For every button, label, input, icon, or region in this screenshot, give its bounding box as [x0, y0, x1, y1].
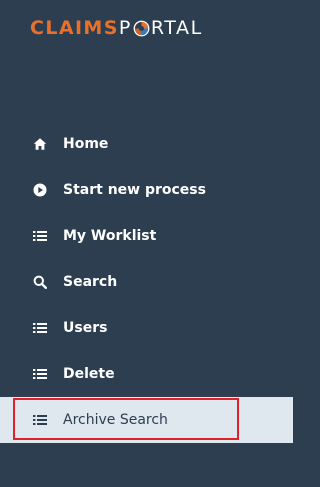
sidebar-item-label: Search: [63, 274, 118, 290]
logo-text-claims: CLAIMS: [30, 17, 119, 39]
sidebar-item-label: Users: [63, 320, 108, 336]
list-icon: [32, 228, 48, 244]
sidebar-item-label: Delete: [63, 366, 115, 382]
sidebar-item-home[interactable]: Home: [0, 121, 293, 167]
sidebar-item-label: My Worklist: [63, 228, 157, 244]
list-icon: [32, 320, 48, 336]
list-icon: [32, 412, 48, 428]
list-icon: [32, 366, 48, 382]
sidebar-item-start-new-process[interactable]: Start new process: [0, 167, 293, 213]
claims-portal-logo[interactable]: CLAIMS P RTAL: [30, 16, 203, 40]
search-icon: [32, 274, 48, 290]
sidebar: CLAIMS P RTAL Home Start new process My …: [0, 0, 293, 487]
sidebar-nav: Home Start new process My Worklist Searc…: [0, 121, 293, 443]
sidebar-item-delete[interactable]: Delete: [0, 351, 293, 397]
sidebar-item-my-worklist[interactable]: My Worklist: [0, 213, 293, 259]
home-icon: [32, 136, 48, 152]
sidebar-item-label: Archive Search: [63, 412, 168, 428]
logo-text-p: P: [118, 17, 132, 39]
globe-icon: [133, 20, 150, 36]
sidebar-item-search[interactable]: Search: [0, 259, 293, 305]
sidebar-item-archive-search[interactable]: Archive Search: [0, 397, 293, 443]
play-circle-icon: [32, 182, 48, 198]
sidebar-item-label: Home: [63, 136, 109, 152]
sidebar-item-label: Start new process: [63, 182, 206, 198]
sidebar-item-users[interactable]: Users: [0, 305, 293, 351]
logo-text-rtal: RTAL: [150, 17, 203, 39]
